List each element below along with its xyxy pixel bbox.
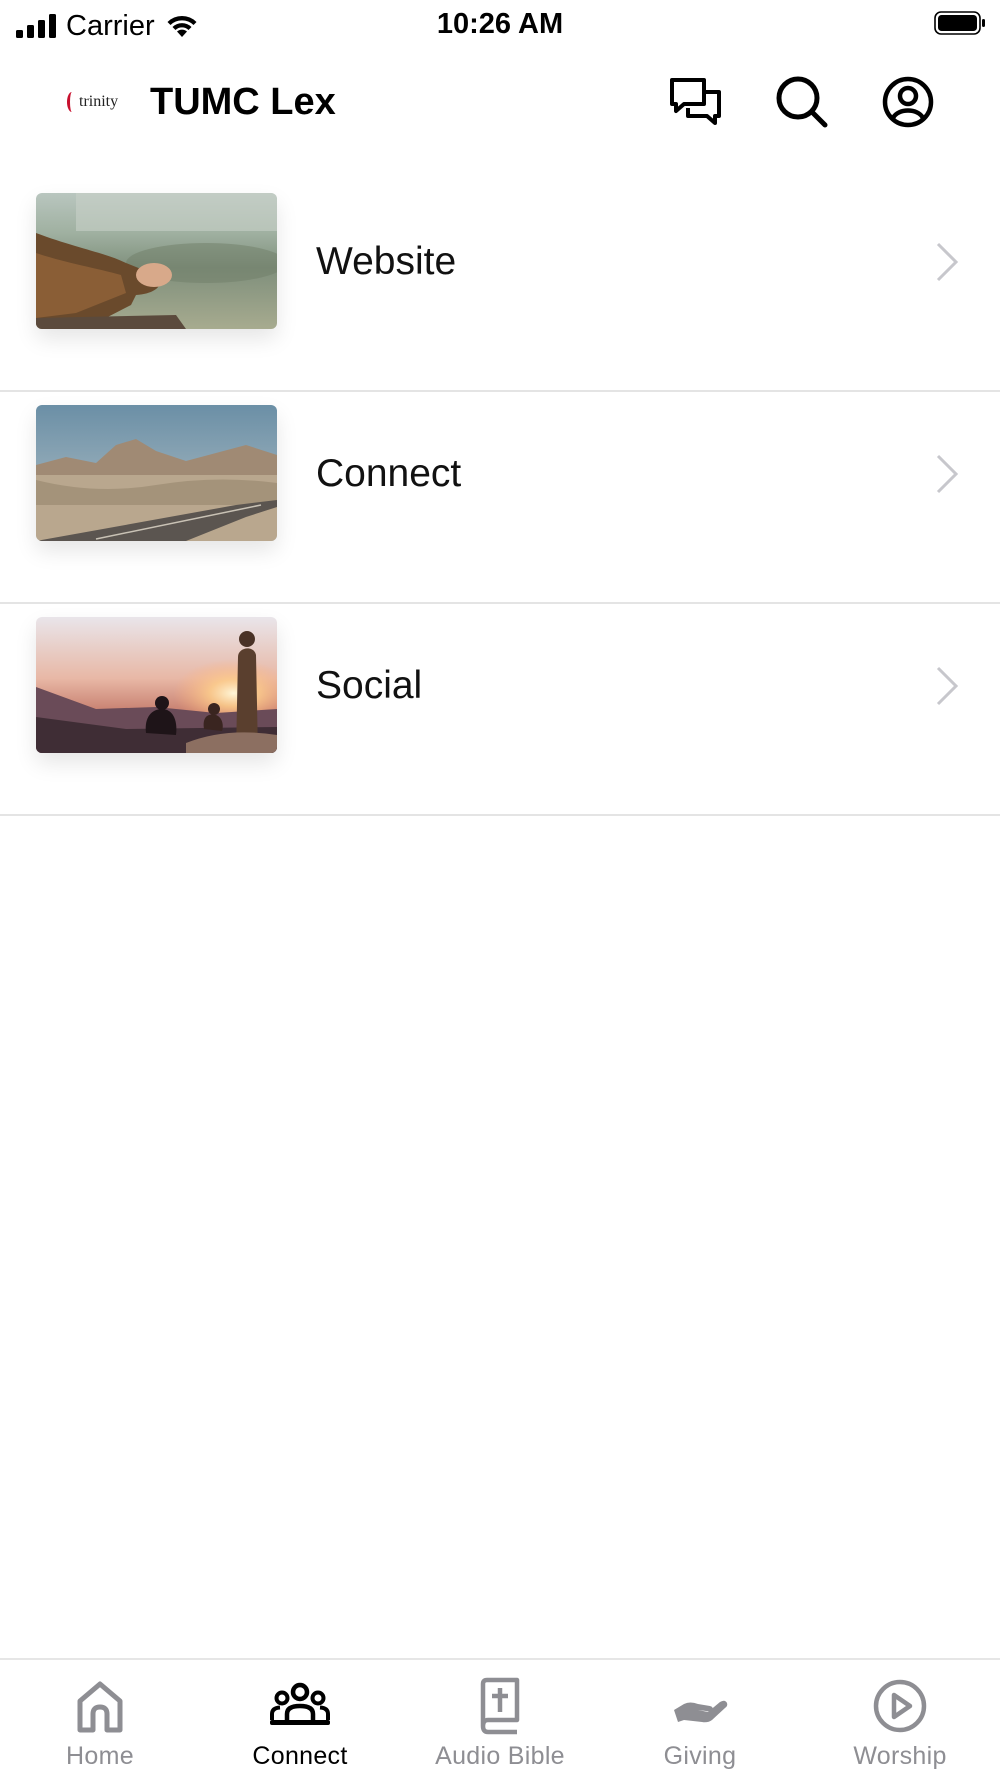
menu-list: Website Connect Social <box>0 180 1000 816</box>
website-thumbnail <box>36 193 277 329</box>
tab-home[interactable]: Home <box>0 1660 200 1778</box>
search-button[interactable] <box>774 74 830 130</box>
giving-hand-icon <box>674 1700 728 1723</box>
chevron-right-icon <box>936 666 959 706</box>
tab-connect[interactable]: Connect <box>200 1660 400 1778</box>
church-logo: trinity <box>67 88 147 116</box>
tab-label: Worship <box>853 1742 947 1770</box>
tab-audio-bible[interactable]: Audio Bible <box>400 1660 600 1778</box>
profile-button[interactable] <box>880 74 936 130</box>
status-bar: Carrier 10:26 AM <box>0 0 1000 50</box>
connect-screen: Carrier 10:26 AM trinity TUMC Lex Websit… <box>0 0 1000 1778</box>
chevron-right-icon <box>936 454 959 494</box>
tab-worship[interactable]: Worship <box>800 1660 1000 1778</box>
tab-label: Connect <box>252 1742 348 1770</box>
social-thumbnail <box>36 617 277 753</box>
bible-icon <box>480 1677 520 1735</box>
page-title: TUMC Lex <box>150 81 336 123</box>
people-icon <box>270 1682 330 1725</box>
battery-icon <box>934 11 985 35</box>
chevron-right-icon <box>936 242 959 282</box>
status-time: 10:26 AM <box>436 8 564 40</box>
search-icon <box>776 76 828 128</box>
tab-bar: Home Connect Audio Bible Giving Worship <box>0 1658 1000 1778</box>
connect-thumbnail <box>36 405 277 541</box>
tab-label: Home <box>66 1742 134 1770</box>
menu-item-website[interactable]: Website <box>0 180 1000 392</box>
chat-icon <box>670 78 721 125</box>
logo-text: trinity <box>79 93 119 110</box>
menu-item-label: Connect <box>316 452 462 495</box>
tab-label: Giving <box>663 1742 737 1770</box>
menu-item-label: Social <box>316 664 423 707</box>
menu-item-connect[interactable]: Connect <box>0 392 1000 604</box>
app-header: trinity TUMC Lex <box>0 52 1000 152</box>
profile-icon <box>882 76 934 128</box>
chat-button[interactable] <box>668 74 724 130</box>
home-icon <box>77 1681 123 1733</box>
play-circle-icon <box>873 1679 927 1733</box>
tab-giving[interactable]: Giving <box>600 1660 800 1778</box>
flame-icon <box>67 92 77 112</box>
menu-item-social[interactable]: Social <box>0 604 1000 816</box>
tab-label: Audio Bible <box>435 1742 565 1770</box>
menu-item-label: Website <box>316 240 457 283</box>
